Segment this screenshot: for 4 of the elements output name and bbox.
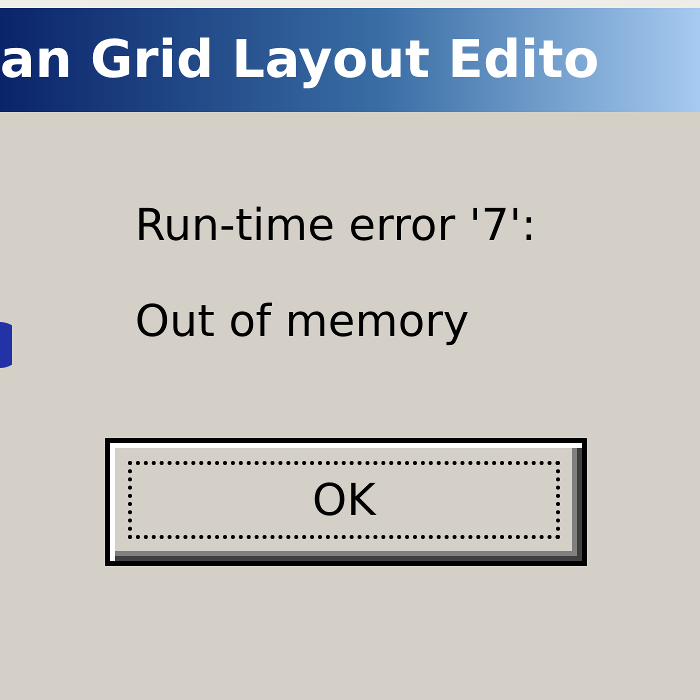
ok-button[interactable]: OK [105,438,587,566]
message-text: Out of memory [135,300,470,344]
message-text: Run-time error '7': [135,204,538,248]
window-title: an Grid Layout Edito [0,30,600,90]
